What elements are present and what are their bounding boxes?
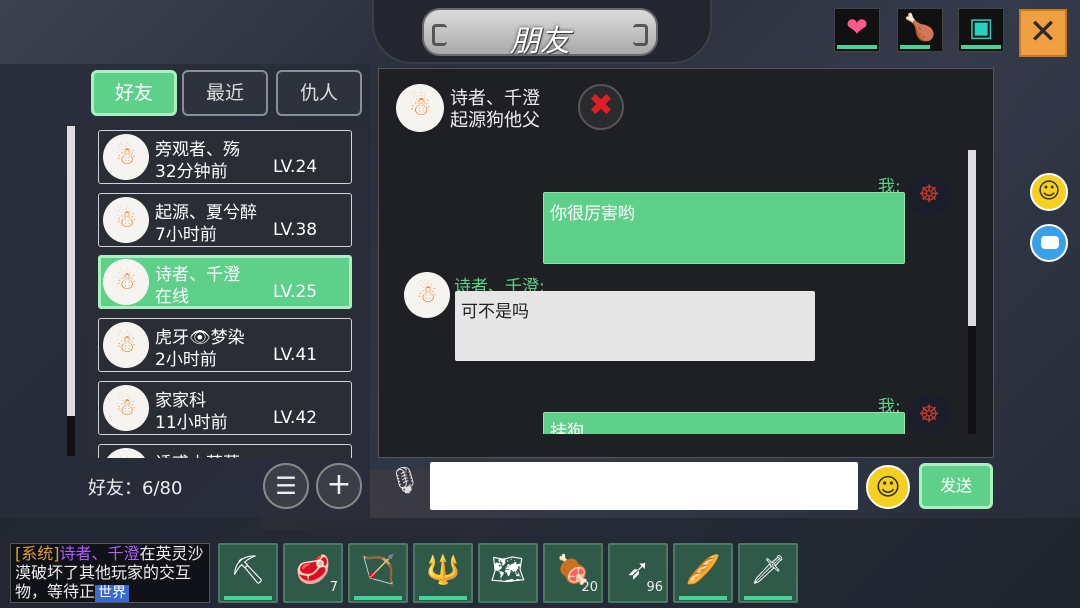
- frog-avatar-icon: ☃: [103, 385, 149, 431]
- tab-friends[interactable]: 好友: [91, 70, 177, 116]
- friend-status: 在线: [155, 287, 189, 307]
- system-tag: [系统]: [15, 544, 60, 563]
- scrollbar-thumb[interactable]: [67, 126, 75, 416]
- hotbar-slot[interactable]: ➶ 96: [608, 543, 668, 603]
- hotbar-slot[interactable]: ⛏: [218, 543, 278, 603]
- friend-level: LV.38: [273, 220, 318, 240]
- friends-list: ☃ 旁观者、殇 32分钟前 LV.24 ☃ 起源、夏兮醉 7小时前 LV.38 …: [84, 124, 366, 458]
- durability-bar: [354, 596, 402, 600]
- frog-avatar-icon: ☃: [404, 272, 450, 318]
- tab-enemies[interactable]: 仇人: [276, 70, 362, 116]
- friend-status: 7小时前: [155, 225, 217, 245]
- durability-bar: [744, 596, 792, 600]
- message-bubble: 可不是吗: [455, 291, 815, 361]
- page-title: 朋友: [510, 24, 570, 59]
- chat-side-button[interactable]: [1030, 224, 1068, 262]
- hotbar-slot[interactable]: 🏹: [348, 543, 408, 603]
- message-list: 我: ☸ 你很厉害哟 ☃ 诗者、千澄: 可不是吗 我: ☸ 挂狗: [388, 146, 978, 434]
- close-chat-button[interactable]: ✖: [578, 84, 624, 130]
- chat-partner-guild: 起源狗他父: [450, 110, 540, 131]
- frog-avatar-icon: ☃: [103, 197, 149, 243]
- friend-count: 好友：6/80: [88, 478, 183, 499]
- tab-recent[interactable]: 最近: [182, 70, 268, 116]
- friend-item[interactable]: ☃ 虎牙👁梦染 2小时前 LV.41: [98, 318, 352, 372]
- smiley-icon: ☺: [875, 473, 901, 501]
- plus-icon: +: [326, 467, 352, 502]
- item-count: 96: [646, 580, 663, 595]
- friend-name: 诱惑小萝莉: [155, 449, 240, 458]
- heart-icon: ❤: [846, 13, 868, 43]
- heart-button[interactable]: ❤: [834, 8, 880, 52]
- pickaxe-icon: ⛏: [230, 553, 266, 586]
- durability-bar: [679, 596, 727, 600]
- chat-input[interactable]: [430, 462, 858, 510]
- friend-item-selected[interactable]: ☃ 诗者、千澄 在线 LV.25: [98, 255, 352, 309]
- send-button[interactable]: 发送: [919, 463, 993, 509]
- hotbar-slot[interactable]: 🔱: [413, 543, 473, 603]
- microphone-icon: 🎙: [388, 466, 422, 496]
- smiley-icon: ☺: [1037, 179, 1061, 204]
- friend-item[interactable]: ☃ 诱惑小萝莉: [98, 444, 352, 458]
- frog-avatar-icon: ☃: [103, 259, 149, 305]
- player-name: 诗者、千澄: [59, 544, 140, 563]
- meat-icon: 🍗: [903, 13, 937, 43]
- bread-icon: 🥖: [685, 553, 721, 586]
- friend-status: 2小时前: [155, 350, 217, 370]
- frog-avatar-icon: ☃: [103, 448, 149, 458]
- list-icon: ☰: [275, 472, 297, 500]
- speech-bubble-icon: [1041, 236, 1059, 249]
- chat-scrollbar[interactable]: [968, 150, 976, 434]
- friend-status: 32分钟前: [155, 162, 228, 182]
- close-button[interactable]: ✕: [1019, 9, 1067, 57]
- item-count: 7: [329, 580, 338, 595]
- bow-icon: 🏹: [360, 553, 396, 586]
- world-channel-badge: 世界: [95, 585, 130, 602]
- microphone-button[interactable]: 🎙: [388, 466, 421, 508]
- durability-bar: [224, 596, 272, 600]
- message-bubble: 你很厉害哟: [543, 192, 905, 264]
- friend-level: LV.25: [273, 282, 318, 302]
- friend-item[interactable]: ☃ 起源、夏兮醉 7小时前 LV.38: [98, 193, 352, 247]
- add-friend-button[interactable]: +: [316, 463, 362, 509]
- message-bubble: 挂狗: [543, 412, 905, 434]
- octopus-avatar-icon: ☸: [908, 174, 950, 216]
- emoji-button[interactable]: ☺: [866, 465, 910, 509]
- x-icon: ✖: [588, 88, 614, 123]
- spear-icon: 🔱: [425, 553, 461, 586]
- system-chat-log[interactable]: [系统]诗者、千澄在英灵沙漠破坏了其他玩家的交互物，等待正 世界: [10, 543, 210, 603]
- frog-avatar-icon: ☃: [396, 84, 444, 132]
- crystal-sword-icon: 🗡: [750, 553, 786, 586]
- water-icon: ▣: [968, 13, 994, 43]
- frog-avatar-icon: ☃: [103, 322, 149, 368]
- friend-item[interactable]: ☃ 旁观者、殇 32分钟前 LV.24: [98, 130, 352, 184]
- scrollbar-thumb[interactable]: [968, 150, 976, 326]
- hotbar-slot[interactable]: 🗡: [738, 543, 798, 603]
- heart-meter: [837, 45, 877, 49]
- title-bar: 朋友: [422, 8, 658, 59]
- friend-status: 11小时前: [155, 413, 228, 433]
- map-icon: 🗺: [490, 553, 526, 586]
- item-count: 20: [581, 580, 598, 595]
- emoji-side-button[interactable]: ☺: [1030, 173, 1068, 211]
- friend-item[interactable]: ☃ 家家科 11小时前 LV.42: [98, 381, 352, 435]
- hunger-meter: [900, 45, 930, 49]
- friend-level: LV.42: [273, 408, 318, 428]
- hunger-button[interactable]: 🍗: [897, 8, 943, 52]
- water-meter: [961, 45, 1001, 49]
- durability-bar: [419, 596, 467, 600]
- hotbar-slot[interactable]: 🥖: [673, 543, 733, 603]
- hotbar-slot[interactable]: 🥩 7: [283, 543, 343, 603]
- friend-level: LV.24: [273, 157, 318, 177]
- friends-scrollbar[interactable]: [67, 126, 75, 456]
- hotbar-slot[interactable]: 🗺: [478, 543, 538, 603]
- water-button[interactable]: ▣: [958, 8, 1004, 52]
- frog-avatar-icon: ☃: [103, 134, 149, 180]
- octopus-avatar-icon: ☸: [908, 394, 950, 434]
- friend-level: LV.41: [273, 345, 318, 365]
- friend-list-button[interactable]: ☰: [263, 463, 309, 509]
- hotbar-slot[interactable]: 🍖 20: [543, 543, 603, 603]
